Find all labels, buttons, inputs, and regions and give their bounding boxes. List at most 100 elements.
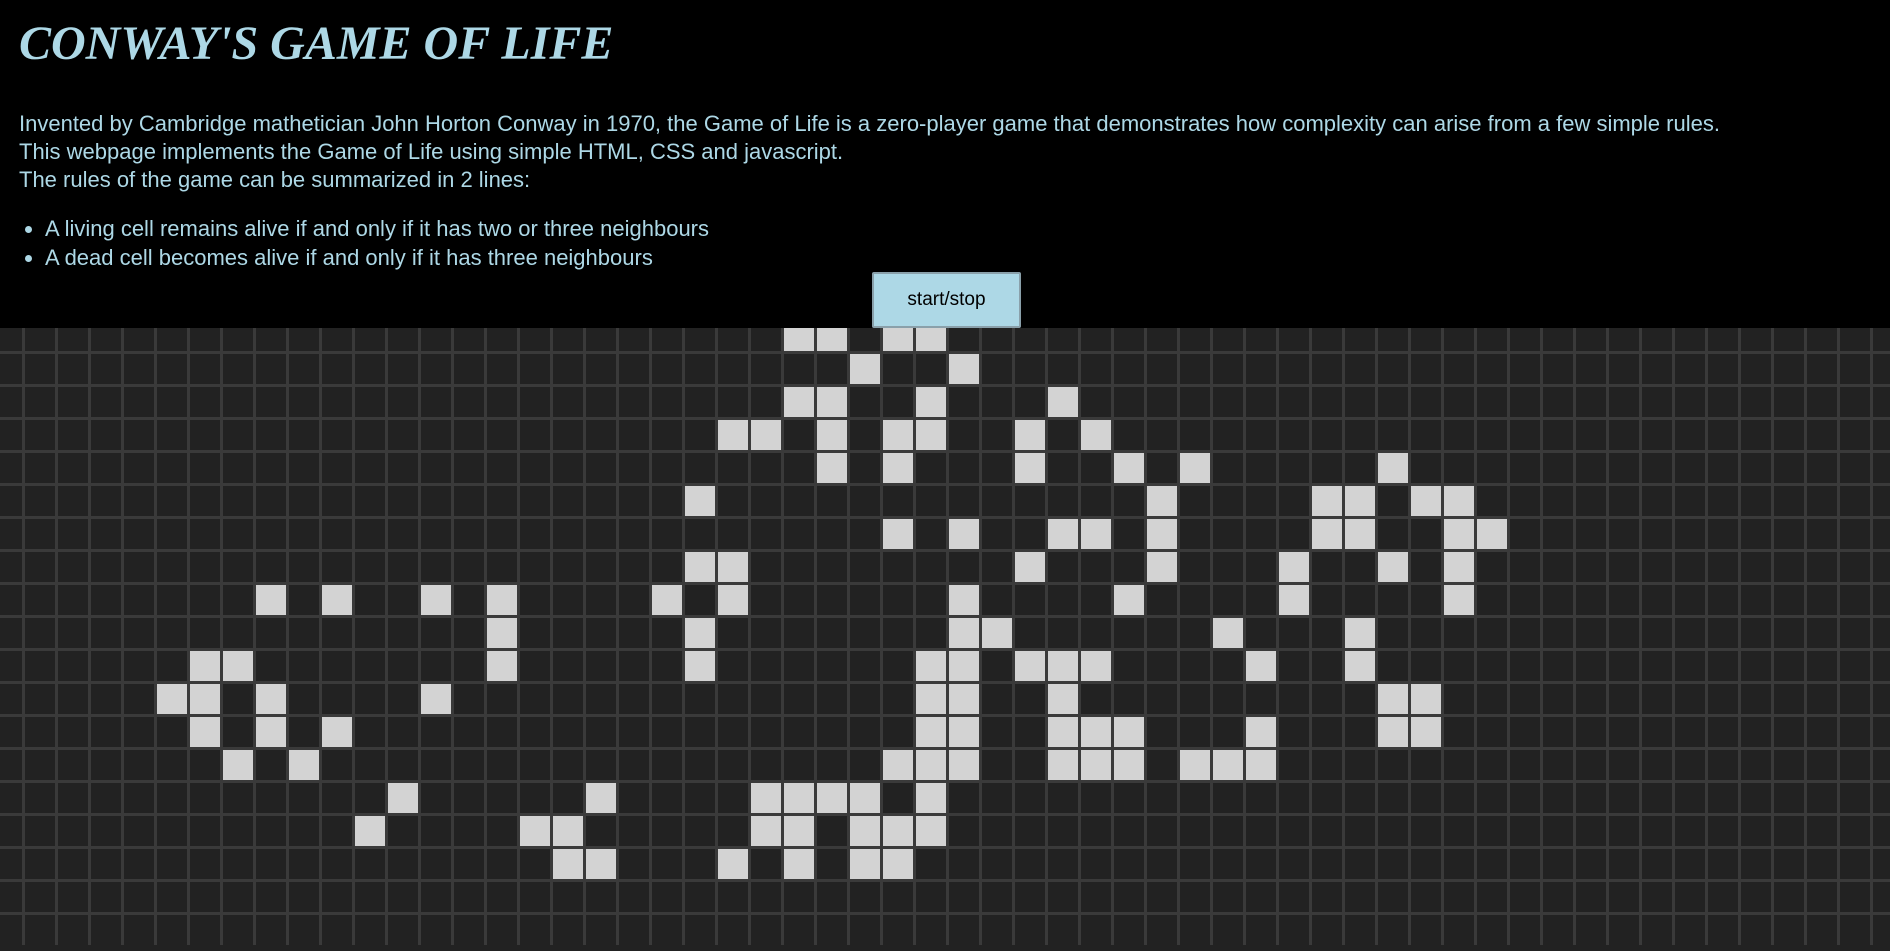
cell-dead[interactable]	[586, 651, 616, 681]
cell-dead[interactable]	[1345, 882, 1375, 912]
cell-dead[interactable]	[289, 717, 319, 747]
cell-alive[interactable]	[1444, 552, 1474, 582]
cell-dead[interactable]	[1246, 849, 1276, 879]
cell-dead[interactable]	[850, 519, 880, 549]
cell-dead[interactable]	[1741, 354, 1771, 384]
cell-dead[interactable]	[751, 849, 781, 879]
cell-dead[interactable]	[223, 354, 253, 384]
cell-dead[interactable]	[982, 552, 1012, 582]
cell-dead[interactable]	[1543, 882, 1573, 912]
cell-dead[interactable]	[289, 651, 319, 681]
cell-dead[interactable]	[322, 328, 352, 351]
cell-dead[interactable]	[1411, 915, 1441, 945]
cell-dead[interactable]	[487, 816, 517, 846]
cell-dead[interactable]	[685, 585, 715, 615]
cell-dead[interactable]	[388, 717, 418, 747]
cell-dead[interactable]	[1180, 486, 1210, 516]
cell-dead[interactable]	[487, 849, 517, 879]
cell-alive[interactable]	[1213, 618, 1243, 648]
cell-dead[interactable]	[58, 651, 88, 681]
cell-dead[interactable]	[1774, 651, 1804, 681]
cell-dead[interactable]	[1576, 915, 1606, 945]
cell-dead[interactable]	[586, 717, 616, 747]
cell-alive[interactable]	[1147, 519, 1177, 549]
cell-dead[interactable]	[1609, 816, 1639, 846]
cell-dead[interactable]	[1675, 717, 1705, 747]
cell-dead[interactable]	[1279, 915, 1309, 945]
cell-dead[interactable]	[1840, 486, 1870, 516]
cell-dead[interactable]	[421, 651, 451, 681]
cell-alive[interactable]	[1147, 486, 1177, 516]
cell-dead[interactable]	[916, 354, 946, 384]
cell-dead[interactable]	[1279, 618, 1309, 648]
cell-alive[interactable]	[487, 585, 517, 615]
cell-dead[interactable]	[619, 552, 649, 582]
cell-dead[interactable]	[949, 849, 979, 879]
cell-dead[interactable]	[1048, 354, 1078, 384]
cell-dead[interactable]	[1873, 420, 1890, 450]
cell-dead[interactable]	[1543, 618, 1573, 648]
cell-dead[interactable]	[1708, 816, 1738, 846]
cell-dead[interactable]	[1180, 420, 1210, 450]
cell-dead[interactable]	[322, 552, 352, 582]
cell-dead[interactable]	[0, 717, 22, 747]
cell-dead[interactable]	[1345, 915, 1375, 945]
cell-alive[interactable]	[883, 750, 913, 780]
cell-alive[interactable]	[223, 750, 253, 780]
cell-dead[interactable]	[685, 783, 715, 813]
cell-dead[interactable]	[1114, 328, 1144, 351]
cell-dead[interactable]	[1675, 750, 1705, 780]
cell-dead[interactable]	[1444, 816, 1474, 846]
cell-dead[interactable]	[1708, 849, 1738, 879]
cell-dead[interactable]	[586, 750, 616, 780]
cell-dead[interactable]	[685, 717, 715, 747]
cell-dead[interactable]	[1246, 684, 1276, 714]
cell-dead[interactable]	[982, 519, 1012, 549]
cell-dead[interactable]	[1147, 717, 1177, 747]
cell-dead[interactable]	[619, 915, 649, 945]
cell-dead[interactable]	[982, 651, 1012, 681]
cell-alive[interactable]	[817, 387, 847, 417]
cell-dead[interactable]	[1774, 717, 1804, 747]
cell-dead[interactable]	[1840, 717, 1870, 747]
cell-dead[interactable]	[685, 420, 715, 450]
cell-dead[interactable]	[289, 882, 319, 912]
cell-dead[interactable]	[751, 387, 781, 417]
cell-dead[interactable]	[1741, 519, 1771, 549]
cell-dead[interactable]	[1543, 328, 1573, 351]
cell-dead[interactable]	[1840, 420, 1870, 450]
cell-alive[interactable]	[916, 387, 946, 417]
cell-alive[interactable]	[1180, 750, 1210, 780]
cell-dead[interactable]	[1213, 354, 1243, 384]
cell-dead[interactable]	[1543, 816, 1573, 846]
cell-dead[interactable]	[1015, 816, 1045, 846]
cell-dead[interactable]	[1609, 651, 1639, 681]
cell-dead[interactable]	[1609, 453, 1639, 483]
cell-dead[interactable]	[124, 816, 154, 846]
cell-dead[interactable]	[1048, 585, 1078, 615]
cell-dead[interactable]	[454, 486, 484, 516]
cell-dead[interactable]	[322, 354, 352, 384]
cell-dead[interactable]	[58, 882, 88, 912]
cell-dead[interactable]	[619, 453, 649, 483]
cell-dead[interactable]	[124, 684, 154, 714]
cell-dead[interactable]	[256, 354, 286, 384]
cell-dead[interactable]	[25, 552, 55, 582]
cell-dead[interactable]	[1477, 849, 1507, 879]
cell-dead[interactable]	[124, 618, 154, 648]
cell-dead[interactable]	[1015, 354, 1045, 384]
cell-dead[interactable]	[1180, 783, 1210, 813]
cell-dead[interactable]	[256, 783, 286, 813]
cell-dead[interactable]	[718, 717, 748, 747]
cell-alive[interactable]	[817, 328, 847, 351]
cell-dead[interactable]	[1840, 585, 1870, 615]
cell-dead[interactable]	[718, 618, 748, 648]
cell-dead[interactable]	[1345, 420, 1375, 450]
cell-dead[interactable]	[1543, 750, 1573, 780]
cell-dead[interactable]	[1411, 816, 1441, 846]
cell-dead[interactable]	[454, 618, 484, 648]
cell-dead[interactable]	[289, 387, 319, 417]
cell-dead[interactable]	[619, 585, 649, 615]
cell-dead[interactable]	[0, 420, 22, 450]
cell-dead[interactable]	[1213, 915, 1243, 945]
